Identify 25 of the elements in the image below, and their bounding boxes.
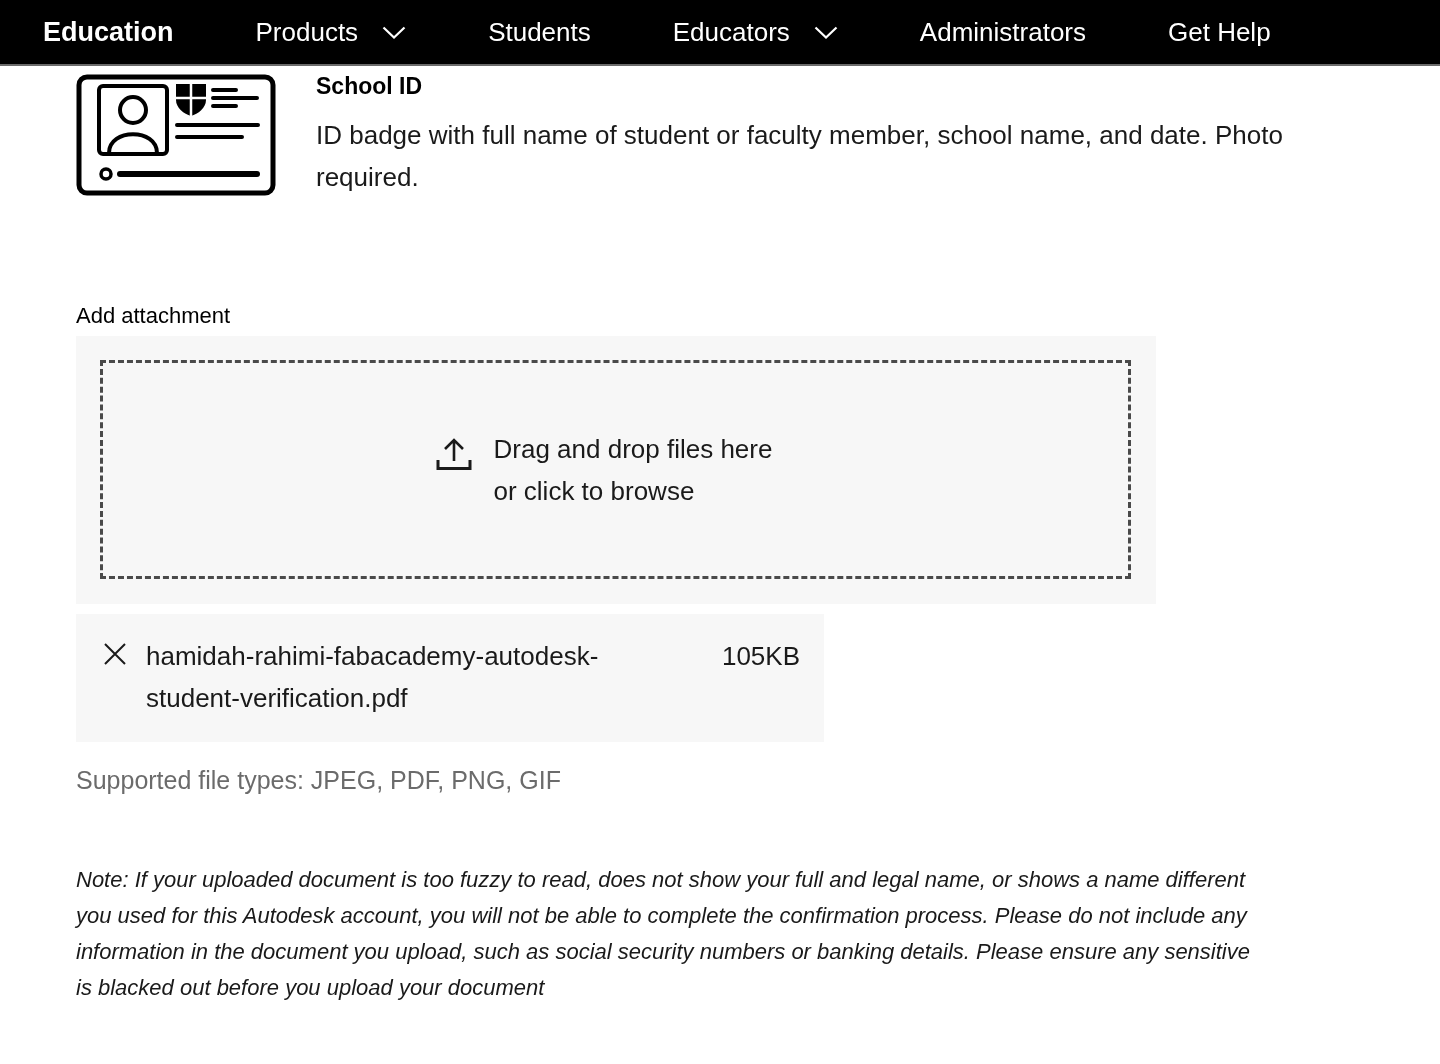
note-text-line: is blacked out before you upload your document <box>76 974 545 1002</box>
upload-icon <box>435 437 472 471</box>
note-text-line: you used for this Autodesk account, you will not be able to complete the confirmation process. Please do not include any <box>76 902 1247 930</box>
option-title: School ID <box>316 72 424 100</box>
nav-link[interactable]: Products <box>255 16 407 48</box>
file-name: hamidah-rahimi-fabacademy-autodesk-student-verification.pdf <box>146 640 600 715</box>
nav-link[interactable]: Get Help <box>1168 16 1271 48</box>
nav-link[interactable]: Students <box>488 16 591 48</box>
option-description-line: required. <box>316 161 420 194</box>
chevron-down-icon <box>382 25 407 39</box>
file-drop-zone[interactable]: Drag and drop files here or click to browse <box>100 360 1131 579</box>
supported-file-types: Supported file types: JPEG, PDF, PNG, GIF <box>76 765 561 796</box>
file-size: 105KB <box>721 640 800 673</box>
option-description-line: ID badge with full name of student or faculty member, school name, and date. Photo <box>316 119 1283 152</box>
nav-link[interactable]: Educators <box>672 16 838 48</box>
note-text-line: information in the document you upload, such as social security numbers or banking details. Please ensure any sensitive <box>76 938 1250 966</box>
nav-link[interactable]: Administrators <box>919 16 1086 48</box>
note-text-line: Note: If your uploaded document is too fuzzy to read, does not show your full and legal name, or shows a name different <box>76 866 1246 894</box>
brand-title[interactable]: Education <box>43 16 174 48</box>
id-card-icon <box>76 74 276 196</box>
add-attachment-label: Add attachment <box>76 302 231 330</box>
drop-zone-text: Drag and drop files here or click to browse <box>493 432 774 508</box>
remove-file-button[interactable] <box>104 643 126 665</box>
chevron-down-icon <box>813 25 838 39</box>
close-icon <box>104 643 126 665</box>
